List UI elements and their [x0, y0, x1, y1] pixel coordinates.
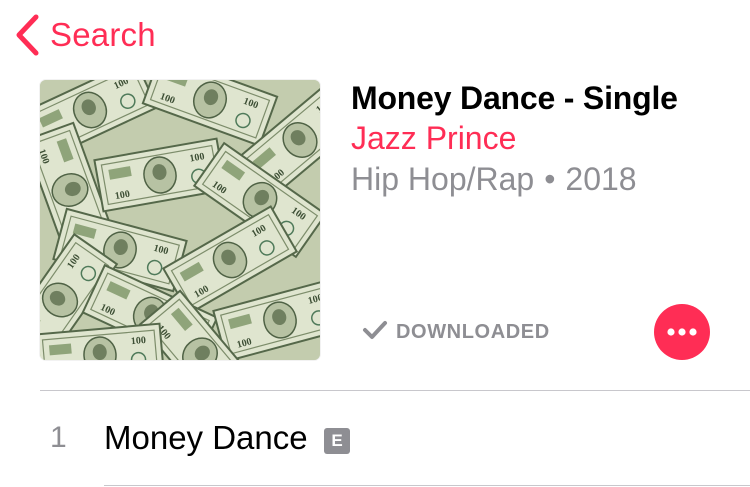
album-year: 2018 [565, 161, 637, 197]
track-divider [104, 485, 750, 486]
album-genre: Hip Hop/Rap [351, 161, 535, 197]
ellipsis-icon [667, 323, 697, 341]
album-title: Money Dance - Single [351, 80, 678, 116]
meta-separator: • [544, 161, 556, 197]
checkmark-icon [362, 319, 388, 346]
more-options-button[interactable] [654, 304, 710, 360]
album-artwork[interactable]: 100 100 [40, 80, 320, 360]
album-artist-link[interactable]: Jazz Prince [351, 120, 516, 157]
explicit-badge: E [324, 428, 350, 454]
track-number: 1 [50, 421, 67, 454]
track-row[interactable]: 1 Money Dance E [0, 391, 750, 485]
back-label: Search [50, 16, 156, 53]
album-screen: Search 100 100 [0, 0, 750, 487]
album-meta: Hip Hop/Rap • 2018 [351, 161, 637, 198]
chevron-left-icon [14, 12, 40, 58]
download-status: DOWNLOADED [362, 318, 550, 346]
back-button[interactable]: Search [14, 12, 156, 58]
track-title: Money Dance [104, 419, 308, 456]
money-bills-artwork-icon: 100 100 [40, 80, 320, 360]
download-status-label: DOWNLOADED [396, 320, 550, 343]
